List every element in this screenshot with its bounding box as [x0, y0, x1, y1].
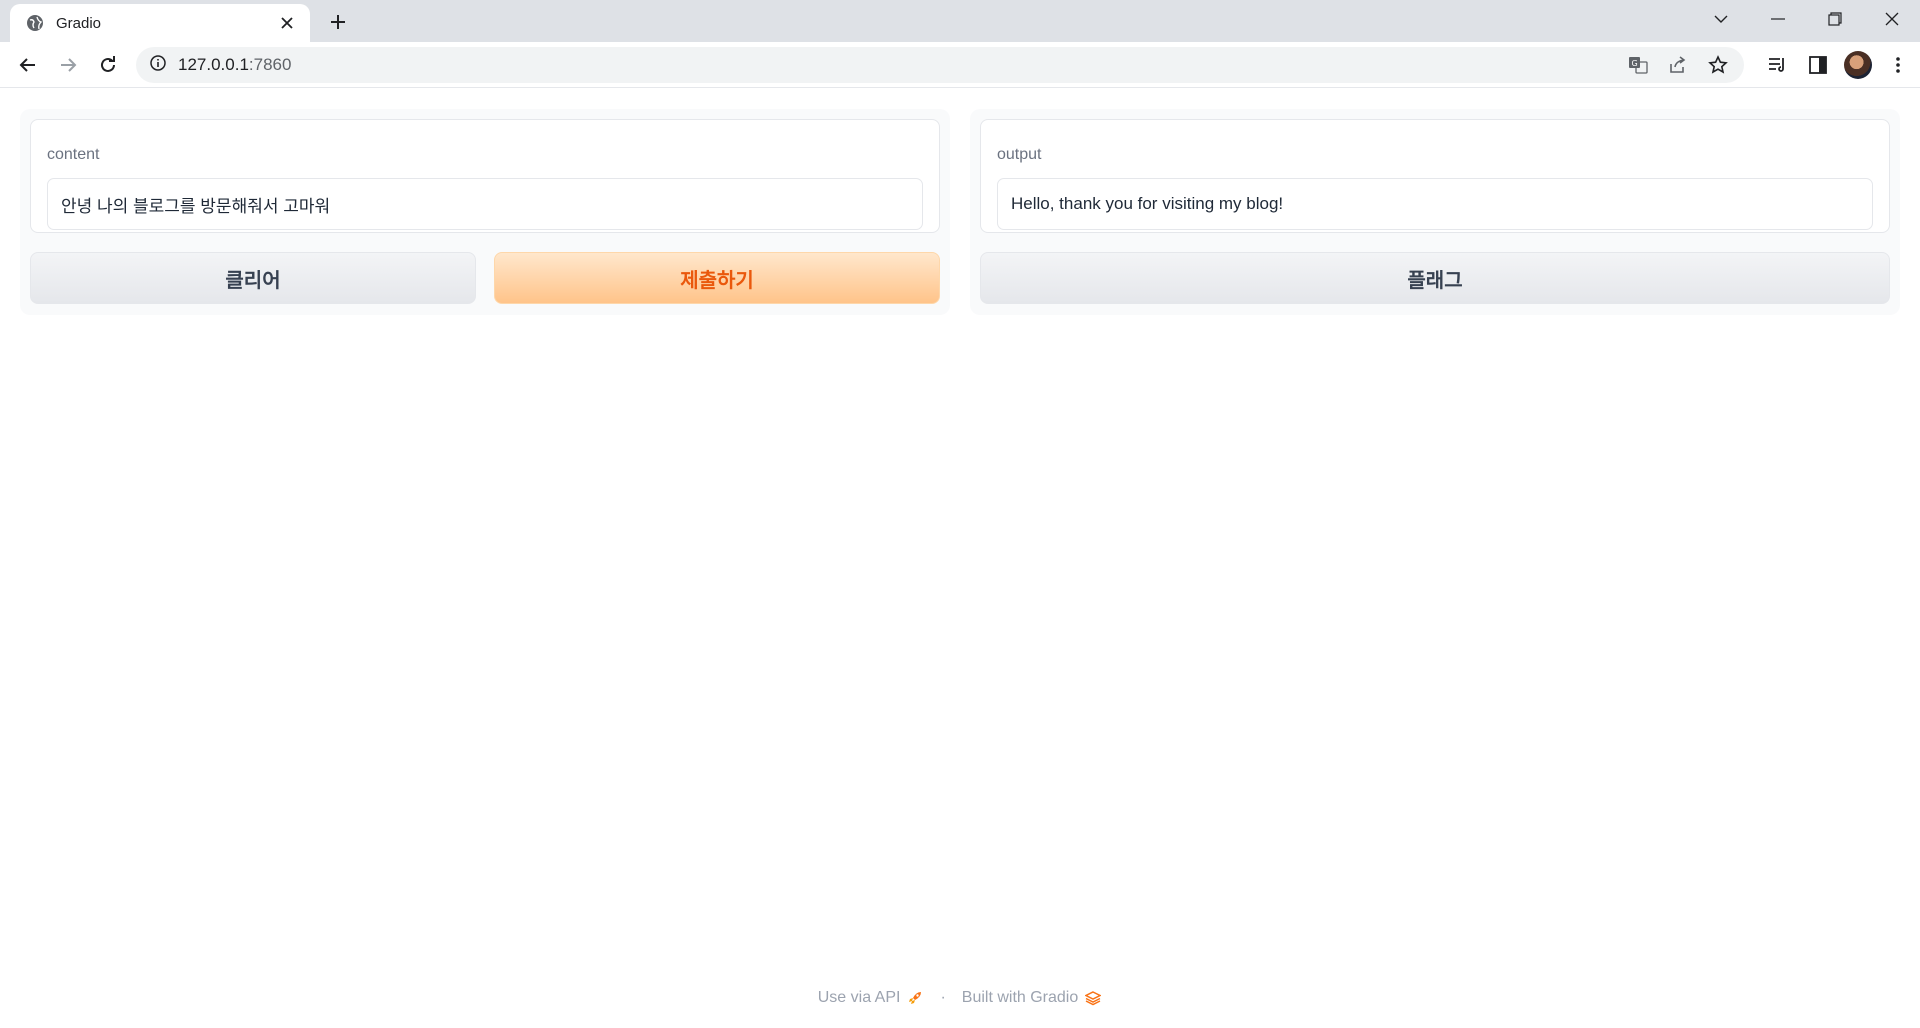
output-panel: output Hello, thank you for visiting my …	[970, 109, 1900, 315]
rocket-icon	[906, 989, 924, 1007]
share-icon[interactable]	[1666, 53, 1690, 77]
toolbar-actions	[1764, 51, 1912, 79]
svg-text:G: G	[1632, 59, 1638, 68]
tab-title: Gradio	[56, 14, 102, 32]
built-with-gradio-link[interactable]: Built with Gradio	[962, 989, 1103, 1007]
output-textbox-block: output Hello, thank you for visiting my …	[980, 119, 1890, 233]
output-field[interactable]: Hello, thank you for visiting my blog!	[997, 178, 1873, 230]
side-panel-icon[interactable]	[1804, 51, 1832, 79]
back-icon[interactable]	[14, 51, 42, 79]
menu-icon[interactable]	[1884, 51, 1912, 79]
submit-button[interactable]: 제출하기	[494, 252, 940, 304]
footer-separator: ·	[940, 989, 946, 1006]
plus-icon[interactable]	[326, 10, 350, 34]
close-icon[interactable]	[278, 14, 296, 32]
browser-toolbar: 127.0.0.1:7860 G	[0, 42, 1920, 88]
minimize-icon[interactable]	[1749, 0, 1806, 38]
forward-icon[interactable]	[54, 51, 82, 79]
output-label: output	[997, 146, 1042, 163]
window-close-icon[interactable]	[1863, 0, 1920, 38]
url-text: 127.0.0.1:7860	[178, 55, 291, 75]
translate-icon[interactable]: G	[1626, 53, 1650, 77]
built-with-gradio-label: Built with Gradio	[961, 989, 1079, 1006]
window-controls	[1692, 0, 1920, 38]
avatar[interactable]	[1844, 51, 1872, 79]
reading-list-icon[interactable]	[1764, 51, 1792, 79]
profile-avatar-icon	[1844, 51, 1872, 79]
content-label: content	[47, 146, 100, 163]
flag-button[interactable]: 플래그	[980, 252, 1890, 304]
use-via-api-label: Use via API	[817, 989, 901, 1006]
input-panel: content 안녕 나의 블로그를 방문해줘서 고마워 클리어 제출하기	[20, 109, 950, 315]
globe-icon	[26, 14, 44, 32]
info-icon[interactable]	[150, 54, 166, 76]
use-via-api-link[interactable]: Use via API	[818, 989, 925, 1007]
reload-icon[interactable]	[94, 51, 122, 79]
omnibox-actions: G	[1626, 47, 1730, 83]
clear-button[interactable]: 클리어	[30, 252, 476, 304]
browser-tabstrip: Gradio	[0, 0, 1920, 42]
browser-tab[interactable]: Gradio	[10, 4, 310, 42]
content-input[interactable]: 안녕 나의 블로그를 방문해줘서 고마워	[47, 178, 923, 230]
star-icon[interactable]	[1706, 53, 1730, 77]
gradio-logo-icon	[1084, 989, 1102, 1007]
chevron-down-icon[interactable]	[1692, 0, 1749, 38]
content-textbox-block: content 안녕 나의 블로그를 방문해줘서 고마워	[30, 119, 940, 233]
address-bar[interactable]: 127.0.0.1:7860 G	[136, 47, 1744, 83]
url-host: 127.0.0.1	[178, 55, 249, 74]
footer: Use via API · Built with Gradio	[0, 988, 1920, 1008]
url-port: :7860	[248, 55, 292, 74]
restore-icon[interactable]	[1806, 0, 1863, 38]
